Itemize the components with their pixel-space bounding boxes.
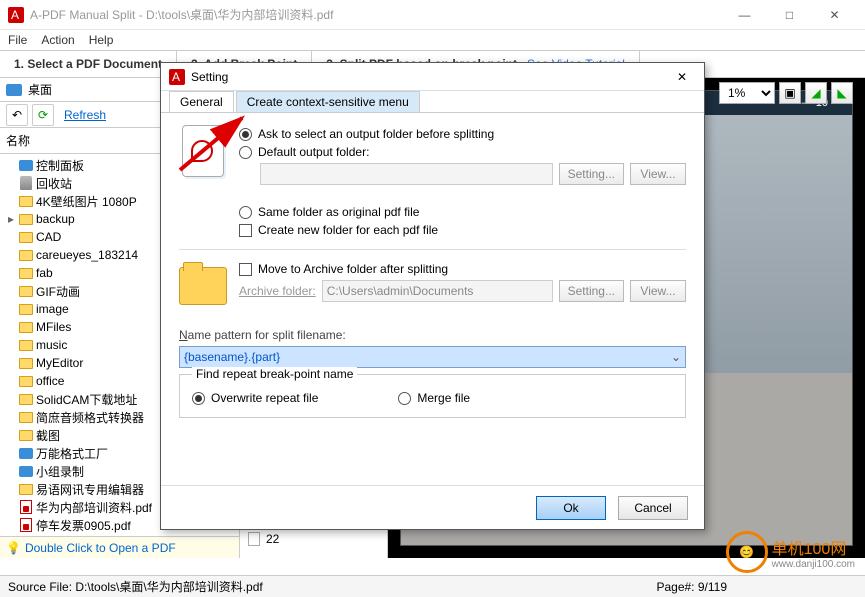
watermark-logo: 😊 xyxy=(726,531,768,573)
archive-setting-button[interactable]: Setting... xyxy=(559,280,624,302)
dialog-close-button[interactable]: ✕ xyxy=(668,65,696,89)
rotate-right-button[interactable]: ◣ xyxy=(831,82,853,104)
tab-general[interactable]: General xyxy=(169,91,234,112)
group-title: Find repeat break-point name xyxy=(192,367,357,381)
radio-ask-folder[interactable] xyxy=(239,128,252,141)
default-view-button[interactable]: View... xyxy=(630,163,686,185)
default-setting-button[interactable]: Setting... xyxy=(559,163,624,185)
rotate-left-button[interactable]: ◢ xyxy=(805,82,827,104)
menu-help[interactable]: Help xyxy=(89,33,114,47)
radio-overwrite[interactable] xyxy=(192,392,205,405)
back-button[interactable]: ↶ xyxy=(6,104,28,126)
page-thumb-22[interactable]: 22 xyxy=(244,530,383,548)
watermark: 😊 单机100网 www.danji100.com xyxy=(726,531,855,573)
default-folder-input[interactable] xyxy=(260,163,553,185)
titlebar: A A-PDF Manual Split - D:\tools\桌面\华为内部培… xyxy=(0,0,865,30)
checkbox-new-folder[interactable] xyxy=(239,224,252,237)
step-1[interactable]: 1. Select a PDF Document xyxy=(0,51,177,77)
close-button[interactable]: ✕ xyxy=(812,0,857,30)
maximize-button[interactable]: □ xyxy=(767,0,812,30)
watermark-name: 单机100网 xyxy=(772,535,855,559)
status-page: Page#: 9/119 xyxy=(656,580,727,594)
dialog-buttons: Ok Cancel xyxy=(161,485,704,529)
archive-folder-input[interactable] xyxy=(322,280,553,302)
ok-button[interactable]: Ok xyxy=(536,496,606,520)
name-pattern-label: NName pattern for split filename:ame pat… xyxy=(179,328,686,342)
radio-same-folder[interactable] xyxy=(239,206,252,219)
menu-action[interactable]: Action xyxy=(41,33,74,47)
tab-context-menu[interactable]: Create context-sensitive menu xyxy=(236,91,420,112)
dialog-tabs: General Create context-sensitive menu xyxy=(161,91,704,113)
repeat-groupbox: Find repeat break-point name Overwrite r… xyxy=(179,374,686,418)
watermark-url: www.danji100.com xyxy=(772,559,855,570)
desktop-icon xyxy=(6,84,22,96)
refresh-link[interactable]: Refresh xyxy=(64,108,106,122)
preview-toolbar: 1% ▣ ◢ ◣ xyxy=(719,82,853,104)
status-source: Source File: D:\tools\桌面\华为内部培训资料.pdf xyxy=(8,578,263,595)
svg-text:A: A xyxy=(11,8,19,22)
radio-merge[interactable] xyxy=(398,392,411,405)
archive-label: Archive folder: xyxy=(239,284,316,298)
zoom-select[interactable]: 1% xyxy=(719,82,775,104)
folder-icon xyxy=(179,267,227,305)
refresh-icon-button[interactable]: ⟳ xyxy=(32,104,54,126)
menu-file[interactable]: File xyxy=(8,33,27,47)
hint-text: Double Click to Open a PDF xyxy=(25,541,176,555)
app-icon: A xyxy=(8,7,24,23)
zoom-fit-button[interactable]: ▣ xyxy=(779,82,801,104)
cancel-button[interactable]: Cancel xyxy=(618,496,688,520)
checkbox-archive[interactable] xyxy=(239,263,252,276)
dialog-titlebar: A Setting ✕ xyxy=(161,63,704,91)
minimize-button[interactable]: — xyxy=(722,0,767,30)
radio-default-folder[interactable] xyxy=(239,146,252,159)
statusbar: Source File: D:\tools\桌面\华为内部培训资料.pdf Pa… xyxy=(0,575,865,597)
dialog-icon: A xyxy=(169,69,185,85)
name-pattern-combo[interactable]: {basename}.{part}⌄ xyxy=(179,346,686,368)
dialog-title: Setting xyxy=(191,70,668,84)
archive-view-button[interactable]: View... xyxy=(630,280,686,302)
document-icon xyxy=(182,125,224,177)
settings-dialog: A Setting ✕ General Create context-sensi… xyxy=(160,62,705,530)
bulb-icon: 💡 xyxy=(6,541,21,555)
hint-bar: 💡 Double Click to Open a PDF xyxy=(0,536,239,558)
current-path: 桌面 xyxy=(28,81,52,98)
menubar: File Action Help xyxy=(0,30,865,50)
window-title: A-PDF Manual Split - D:\tools\桌面\华为内部培训资… xyxy=(30,6,722,23)
svg-text:A: A xyxy=(172,70,180,84)
chevron-down-icon: ⌄ xyxy=(671,350,681,364)
